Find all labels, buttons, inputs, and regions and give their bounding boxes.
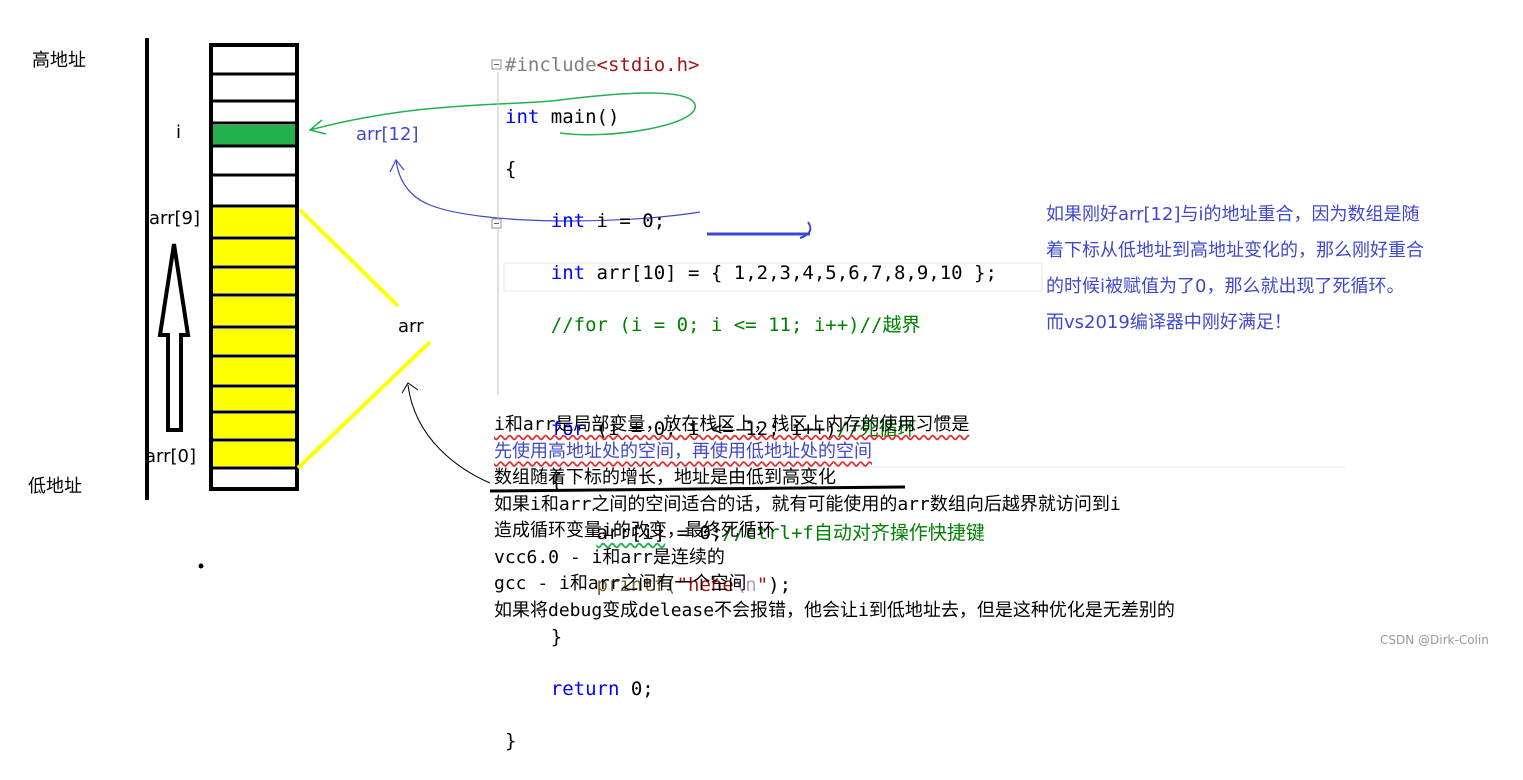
up-arrow	[157, 243, 191, 432]
arr-cell-2	[213, 414, 295, 438]
note-line-5: 造成循环变量i的改变，最终死循环	[494, 520, 775, 541]
arr-cell-7	[213, 269, 295, 293]
arr-cell-8	[213, 240, 295, 265]
blue-note-line-3: 的时候i被赋值为了0，那么就出现了死循环。	[1046, 276, 1405, 297]
blue-note-line-4: 而vs2019编译器中刚好满足！	[1046, 312, 1292, 333]
arr0-label: arr[0]	[145, 446, 197, 467]
array-cells	[213, 208, 295, 466]
arr-label: arr	[398, 316, 424, 337]
code-line-int-i: int i = 0;	[550, 210, 666, 232]
code-line-open: {	[505, 158, 517, 180]
note-line-4: 如果i和arr之间的空间适合的话，就有可能使用的arr数组向后越界就访问到i	[494, 493, 1121, 515]
code-line-main: int main()	[505, 106, 620, 128]
arr-bracket-top	[298, 208, 400, 308]
watermark: CSDN @Dirk-Colin	[1380, 633, 1489, 647]
i-cell	[213, 125, 295, 145]
bottom-notes: i和arr是局部变量，放在栈区上，栈区上内存的使用习惯是 先使用高地址处的空间，…	[494, 412, 1175, 624]
arr9-label: arr[9]	[149, 208, 201, 229]
note-line-6: vcc6.0 - i和arr是连续的	[494, 546, 725, 568]
arr-cell-0	[213, 442, 295, 466]
note-line-1: i和arr是局部变量，放在栈区上，栈区上内存的使用习惯是	[494, 414, 970, 435]
code-line-comment: //for (i = 0; i <= 11; i++)//越界	[550, 314, 921, 336]
code-line-return: return 0;	[550, 678, 654, 700]
low-address-label: 低地址	[28, 476, 82, 497]
arr12-label: arr[12]	[356, 124, 419, 145]
note-line-3: 数组随着下标的增长，地址是由低到高变化	[494, 467, 836, 488]
arr-cell-4	[213, 358, 295, 384]
blue-note-line-1: 如果刚好arr[12]与i的地址重合，因为数组是随	[1046, 204, 1420, 225]
blue-note-line-2: 着下标从低地址到高地址变化的，那么刚好重合	[1046, 240, 1424, 261]
arr-cell-3	[213, 388, 295, 410]
high-address-label: 高地址	[32, 50, 86, 71]
arr-bracket-bottom	[296, 340, 432, 470]
note-line-7: gcc - i和arr之间有一个空间	[494, 573, 747, 594]
code-line-close: }	[505, 730, 517, 752]
black-arrow	[407, 384, 491, 484]
code-block: #include<stdio.h> int main() { int i = 0…	[505, 26, 997, 780]
note-line-8: 如果将debug变成delease不会报错，他会让i到低地址去，但是这种优化是无…	[494, 599, 1175, 621]
arr-cell-9	[213, 208, 295, 236]
code-line-int-arr: int arr[10] = { 1,2,3,4,5,6,7,8,9,10 };	[550, 262, 997, 284]
code-line-include: #include<stdio.h>	[505, 54, 700, 76]
arr-cell-5	[213, 329, 295, 354]
dot	[198, 563, 204, 569]
i-label: i	[176, 122, 182, 143]
blue-explanation: 如果刚好arr[12]与i的地址重合，因为数组是随 着下标从低地址到高地址变化的…	[1046, 197, 1516, 341]
note-line-2: 先使用高地址处的空间，再使用低地址处的空间	[494, 440, 872, 462]
code-line-for-close: }	[550, 626, 563, 648]
arr-cell-6	[213, 297, 295, 325]
